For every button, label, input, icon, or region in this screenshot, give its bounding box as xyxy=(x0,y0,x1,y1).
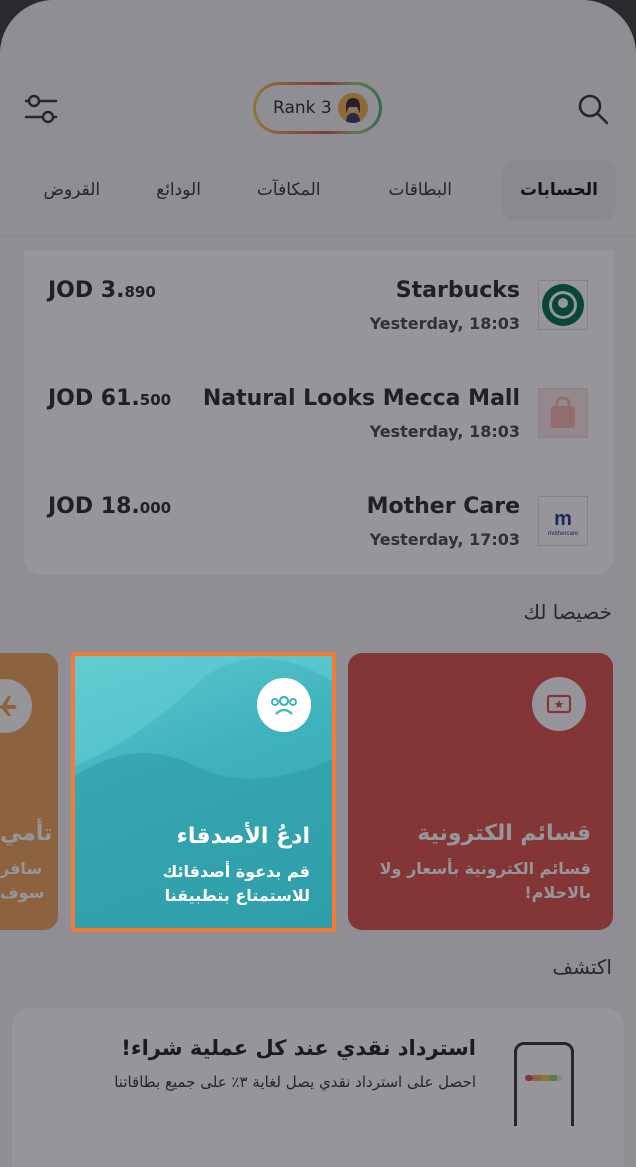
tab-accounts[interactable]: الحسابات xyxy=(502,160,616,220)
transaction-time: Yesterday, 17:03 xyxy=(369,530,520,549)
transaction-time: Yesterday, 18:03 xyxy=(369,422,520,441)
transaction-time: Yesterday, 18:03 xyxy=(369,314,520,333)
merchant-name: Mother Care xyxy=(366,494,520,519)
tab-loans[interactable]: القروض xyxy=(26,160,119,220)
offer-card-invite-friends[interactable]: ادعُ الأصدقاء قم بدعوة أصدقائك للاستمتاع… xyxy=(71,652,336,932)
mothercare-logo: m mothercare xyxy=(538,496,588,546)
merchant-name: Starbucks xyxy=(395,278,520,303)
shopping-bag-icon xyxy=(538,388,588,438)
divider xyxy=(0,236,636,237)
airplane-icon xyxy=(0,679,32,733)
friends-icon xyxy=(257,678,311,732)
transactions-card: Starbucks Yesterday, 18:03 JOD 3.890 Nat… xyxy=(24,250,614,575)
transaction-row[interactable]: Starbucks Yesterday, 18:03 JOD 3.890 xyxy=(24,250,614,333)
svg-text:mothercare: mothercare xyxy=(548,531,579,537)
transaction-amount: JOD 61.500 xyxy=(48,386,172,411)
offer-description: قم بدعوة أصدقائك للاستمتاع بتطبيقنا xyxy=(162,862,310,905)
filter-sliders-icon[interactable] xyxy=(24,92,58,126)
offer-card-insurance[interactable]: تأمي سافر سوف xyxy=(0,653,58,930)
merchant-name: Natural Looks Mecca Mall xyxy=(202,386,520,411)
section-title-discover: اكتشف xyxy=(552,955,612,979)
offer-title: تأمي xyxy=(0,821,53,846)
voucher-icon xyxy=(532,677,586,731)
rank-badge[interactable]: Rank 3 xyxy=(253,82,382,134)
tab-deposits[interactable]: الودائع xyxy=(138,160,219,220)
offer-title: قسائم الكترونية xyxy=(417,821,591,846)
starbucks-logo xyxy=(538,280,588,330)
transaction-amount: JOD 3.890 xyxy=(48,278,156,303)
offer-description: قسائم الكترونية بأسعار ولا بالاحلام! xyxy=(379,859,591,902)
section-title-for-you: خصيصا لك xyxy=(523,600,613,624)
tab-rewards[interactable]: المكافآت xyxy=(239,160,339,220)
transaction-amount: JOD 18.000 xyxy=(48,494,172,519)
offer-card-vouchers[interactable]: قسائم الكترونية قسائم الكترونية بأسعار و… xyxy=(348,653,613,930)
search-icon[interactable] xyxy=(576,92,610,126)
offer-title: ادعُ الأصدقاء xyxy=(176,824,310,849)
tab-bar: الحسابات البطاقات المكافآت الودائع القرو… xyxy=(0,158,636,222)
transaction-row[interactable]: Natural Looks Mecca Mall Yesterday, 18:0… xyxy=(24,358,614,441)
rank-label: Rank 3 xyxy=(273,98,332,118)
tab-cards[interactable]: البطاقات xyxy=(371,160,470,220)
avatar xyxy=(337,93,368,123)
phone-illustration xyxy=(514,1042,574,1126)
offer-card-background: ادعُ الأصدقاء قم بدعوة أصدقائك للاستمتاع… xyxy=(75,656,332,928)
svg-text:m: m xyxy=(554,508,572,530)
discover-card-cashback[interactable]: استرداد نقدي عند كل عملية شراء! احصل على… xyxy=(12,1008,624,1167)
app-screen: Rank 3 الحسابات البطاقات المكافآت الودائ… xyxy=(0,0,636,1167)
offer-description: سافر سوف xyxy=(0,859,45,902)
transaction-row[interactable]: m mothercare Mother Care Yesterday, 17:0… xyxy=(24,466,614,549)
discover-card-description: احصل على استرداد نقدي يصل لغاية ٣٪ على ج… xyxy=(114,1073,476,1091)
discover-card-title: استرداد نقدي عند كل عملية شراء! xyxy=(121,1036,476,1060)
